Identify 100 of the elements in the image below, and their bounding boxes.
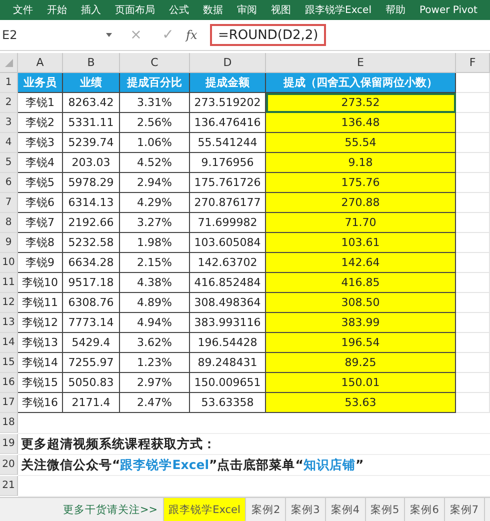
table-cell: 3.27% [120, 213, 190, 233]
table-cell: 8263.42 [63, 93, 120, 113]
table-cell: 2.15% [120, 253, 190, 273]
table-cell: 4.89% [120, 293, 190, 313]
sheet-tab[interactable]: 跟李锐学Excel [164, 498, 246, 521]
row-header[interactable]: 5 [0, 153, 18, 173]
table-cell: 李锐9 [18, 253, 63, 273]
name-box[interactable]: E2 [0, 24, 118, 46]
ribbon-tab[interactable]: 视图 [264, 3, 298, 17]
header-cell: 提成金额 [190, 73, 266, 93]
header-cell: 提成百分比 [120, 73, 190, 93]
table-cell: 1.23% [120, 353, 190, 373]
ribbon-tab[interactable]: 插入 [74, 3, 108, 17]
table-cell: 136.48 [266, 113, 456, 133]
sheet-tab[interactable]: 案例7 [444, 498, 485, 521]
table-cell: 6634.28 [63, 253, 120, 273]
row-header[interactable]: 13 [0, 313, 18, 333]
dropdown-icon[interactable] [106, 33, 112, 37]
sheet-tab[interactable]: 案例4 [326, 498, 366, 521]
row-header[interactable]: 18 [0, 413, 18, 433]
row-header[interactable]: 6 [0, 173, 18, 193]
table-cell: 李锐2 [18, 113, 63, 133]
note-text: 关注微信公众号“跟李锐学Excel”点击底部菜单“知识店铺” [21, 456, 364, 474]
sheet-tab[interactable]: 案例2 [246, 498, 286, 521]
ribbon-tab[interactable]: 开始 [40, 3, 74, 17]
row-header[interactable]: 15 [0, 353, 18, 373]
row-header[interactable]: 3 [0, 113, 18, 133]
insert-function-button[interactable]: fx [186, 28, 206, 42]
table-cell: 6314.13 [63, 193, 120, 213]
table-cell: 273.519202 [190, 93, 266, 113]
table-cell: 7773.14 [63, 313, 120, 333]
table-cell: 2192.66 [63, 213, 120, 233]
sheet-tab[interactable]: 案例6 [405, 498, 445, 521]
table-cell: 5050.83 [63, 373, 120, 393]
row-header[interactable]: 11 [0, 273, 18, 293]
table-cell: 150.009651 [190, 373, 266, 393]
ribbon-tab[interactable]: 审阅 [230, 3, 264, 17]
table-cell: 308.50 [266, 293, 456, 313]
table-cell: 203.03 [63, 153, 120, 173]
ribbon-tab[interactable]: 公式 [162, 3, 196, 17]
formula-field[interactable]: =ROUND(D2,2) [210, 24, 326, 46]
row-header[interactable]: 8 [0, 213, 18, 233]
row-header[interactable]: 9 [0, 233, 18, 253]
table-cell: 李锐12 [18, 313, 63, 333]
row-header[interactable]: 10 [0, 253, 18, 273]
header-cell: 提成（四舍五入保留两位小数） [266, 73, 456, 93]
table-cell: 270.876177 [190, 193, 266, 213]
sheet-tab[interactable]: 案例5 [366, 498, 406, 521]
row-header[interactable]: 21 [0, 476, 18, 496]
ribbon-tab[interactable]: 文件 [6, 3, 40, 17]
table-cell: 103.605084 [190, 233, 266, 253]
table-cell: 2.94% [120, 173, 190, 193]
table-cell: 5232.58 [63, 233, 120, 253]
row-header[interactable]: 16 [0, 373, 18, 393]
column-header[interactable]: A [18, 53, 63, 73]
row-header[interactable]: 19 [0, 434, 18, 454]
column-header[interactable]: B [63, 53, 120, 73]
table-cell: 136.476416 [190, 113, 266, 133]
ribbon-tab[interactable]: Power Pivot [412, 4, 484, 16]
table-cell: 李锐14 [18, 353, 63, 373]
table-cell: 9.18 [266, 153, 456, 173]
table-cell: 270.88 [266, 193, 456, 213]
table-cell: 416.85 [266, 273, 456, 293]
column-header[interactable]: E [266, 53, 456, 73]
table-cell: 4.38% [120, 273, 190, 293]
column-header[interactable]: C [120, 53, 190, 73]
row-header[interactable]: 14 [0, 333, 18, 353]
table-cell: 175.761726 [190, 173, 266, 193]
row-header[interactable]: 2 [0, 93, 18, 113]
ribbon-tab[interactable]: 数据 [196, 3, 230, 17]
column-header[interactable]: D [190, 53, 266, 73]
table-cell: 李锐10 [18, 273, 63, 293]
row-header[interactable]: 20 [0, 455, 18, 475]
table-cell: 3.31% [120, 93, 190, 113]
sheet-tab[interactable]: 案例3 [286, 498, 326, 521]
ribbon-tab[interactable]: 帮助 [378, 3, 412, 17]
table-cell: 55.54 [266, 133, 456, 153]
row-header[interactable]: 17 [0, 393, 18, 413]
column-header[interactable]: F [456, 53, 490, 73]
table-cell: 李锐16 [18, 393, 63, 413]
row-header[interactable]: 1 [0, 73, 18, 93]
ribbon-tab[interactable]: 页面布局 [108, 3, 162, 17]
table-cell: 3.62% [120, 333, 190, 353]
row-header[interactable]: 12 [0, 293, 18, 313]
ribbon-tab[interactable]: 跟李锐学Excel [298, 3, 378, 17]
table-cell: 71.699982 [190, 213, 266, 233]
row-header[interactable]: 7 [0, 193, 18, 213]
corner-triangle-icon [4, 58, 12, 66]
table-cell: 李锐15 [18, 373, 63, 393]
row-header[interactable]: 4 [0, 133, 18, 153]
table-cell: 2.97% [120, 373, 190, 393]
table-cell: 7255.97 [63, 353, 120, 373]
table-cell: 2.56% [120, 113, 190, 133]
table-cell: 273.52 [266, 93, 456, 113]
table-cell: 103.61 [266, 233, 456, 253]
note-text: 更多超清视频系统课程获取方式： [21, 436, 216, 452]
table-cell: 6308.76 [63, 293, 120, 313]
table-cell: 李锐4 [18, 153, 63, 173]
table-cell: 175.76 [266, 173, 456, 193]
table-cell: 1.06% [120, 133, 190, 153]
